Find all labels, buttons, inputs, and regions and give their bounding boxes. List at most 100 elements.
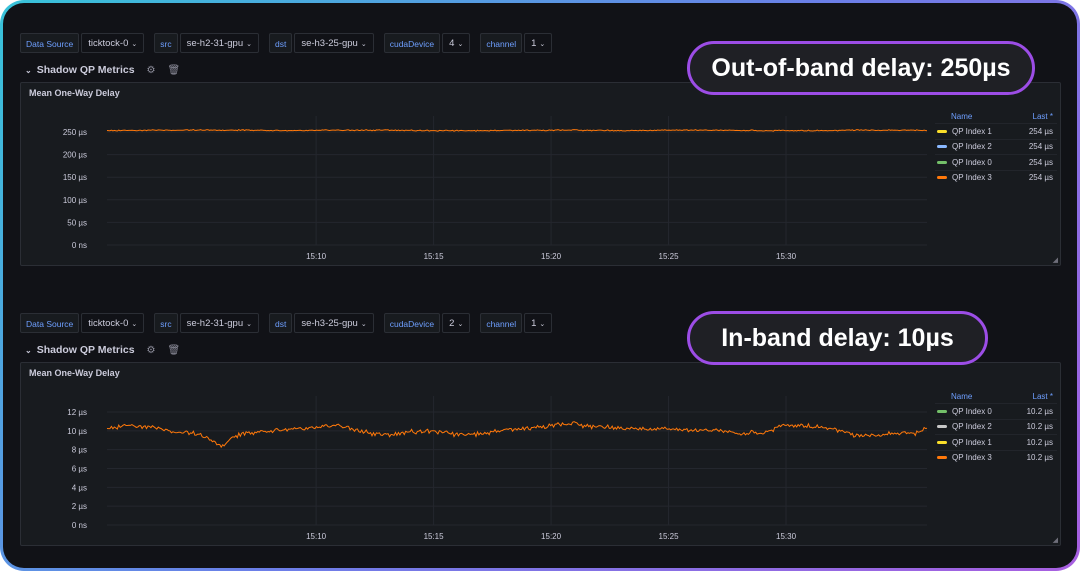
var-select-cuda-device[interactable]: 4 ⌄: [442, 33, 471, 53]
trash-icon[interactable]: 🗑: [168, 65, 181, 76]
variables-bar: Data Source ticktock-0 ⌄ src se-h2-31-gpu…: [20, 32, 562, 54]
series-swatch: [937, 145, 947, 149]
legend-series-name: QP Index 2: [952, 422, 992, 432]
legend-series-name: QP Index 0: [952, 157, 992, 167]
var-select-dst[interactable]: se-h3-25-gpu ⌄: [294, 313, 374, 333]
var-select-src[interactable]: se-h2-31-gpu ⌄: [179, 33, 259, 53]
chevron-down-icon[interactable]: ⌄: [25, 66, 32, 75]
legend-row[interactable]: QP Index 0 254 µs: [935, 154, 1057, 170]
legend-last-header[interactable]: Last *: [1007, 112, 1057, 121]
y-tick-label: 2 µs: [72, 502, 87, 511]
var-label-cuda-device: cudaDevice: [383, 313, 441, 333]
trash-icon[interactable]: 🗑: [168, 345, 181, 356]
row-title: Shadow QP Metrics: [36, 344, 135, 356]
var-select-data-source[interactable]: ticktock-0 ⌄: [81, 33, 145, 53]
legend-row[interactable]: QP Index 1 10.2 µs: [935, 434, 1057, 450]
legend-table: Name Last * QP Index 1 254 µs QP Index 2…: [935, 109, 1057, 185]
legend-row[interactable]: QP Index 2 10.2 µs: [935, 418, 1057, 435]
row-header[interactable]: ⌄ Shadow QP Metrics ⚙ 🗑: [25, 342, 180, 358]
legend-row[interactable]: QP Index 3 254 µs: [935, 169, 1057, 186]
legend-series-name: QP Index 0: [952, 406, 992, 416]
legend-row[interactable]: QP Index 3 10.2 µs: [935, 449, 1057, 466]
y-tick-label: 0 ns: [72, 241, 87, 250]
chart-plot[interactable]: 0 ns 50 µs 100 µs 150 µs 200 µs 250 µs 15:10 15…: [21, 83, 933, 267]
y-tick-label: 8 µs: [72, 446, 87, 455]
var-select-cuda-device[interactable]: 2 ⌄: [442, 313, 471, 333]
x-tick-label: 15:20: [541, 252, 562, 261]
var-label-data-source: Data Source: [20, 313, 80, 333]
x-tick-label: 15:30: [776, 252, 797, 261]
series-line: [106, 128, 928, 132]
legend-series-name: QP Index 2: [952, 142, 992, 152]
var-value: se-h2-31-gpu: [186, 38, 244, 49]
x-tick-label: 15:25: [659, 252, 680, 261]
screenshot-frame: Data Source ticktock-0 ⌄ src se-h2-31-gpu…: [0, 0, 1080, 571]
y-tick-label: 0 ns: [72, 521, 87, 530]
chevron-down-icon: ⌄: [539, 321, 546, 328]
row-header[interactable]: ⌄ Shadow QP Metrics ⚙ 🗑: [25, 62, 180, 78]
series-swatch: [937, 176, 947, 180]
y-tick-label: 6 µs: [72, 465, 87, 474]
var-select-src[interactable]: se-h2-31-gpu ⌄: [179, 313, 259, 333]
var-value: 2: [449, 318, 455, 329]
var-select-data-source[interactable]: ticktock-0 ⌄: [81, 313, 145, 333]
resize-handle-icon[interactable]: ◢: [1053, 536, 1058, 544]
legend-last-value: 10.2 µs: [1026, 437, 1053, 447]
resize-handle-icon[interactable]: ◢: [1053, 256, 1058, 264]
chevron-down-icon: ⌄: [131, 41, 138, 48]
y-tick-label: 100 µs: [63, 196, 87, 205]
legend-header: Name Last *: [935, 389, 1057, 403]
var-select-channel[interactable]: 1 ⌄: [524, 33, 553, 53]
legend-row[interactable]: QP Index 1 254 µs: [935, 123, 1057, 139]
legend-series-name: QP Index 3: [952, 173, 992, 183]
var-label-src: src: [154, 33, 178, 53]
y-tick-label: 50 µs: [67, 218, 87, 227]
var-label-data-source: Data Source: [20, 33, 80, 53]
x-tick-label: 15:20: [541, 532, 562, 541]
y-tick-label: 12 µs: [67, 408, 87, 417]
var-select-dst[interactable]: se-h3-25-gpu ⌄: [294, 33, 374, 53]
x-tick-label: 15:30: [776, 532, 797, 541]
chevron-down-icon: ⌄: [539, 41, 546, 48]
x-tick-label: 15:10: [306, 532, 327, 541]
dashboard-canvas: Data Source ticktock-0 ⌄ src se-h2-31-gpu…: [3, 3, 1077, 568]
var-value: 4: [449, 38, 455, 49]
legend-name-header[interactable]: Name: [935, 392, 1007, 401]
chart-plot[interactable]: 0 ns 2 µs 4 µs 6 µs 8 µs 10 µs 12 µs 15:10 15:15…: [21, 363, 933, 547]
series-swatch: [937, 129, 947, 133]
var-value: se-h3-25-gpu: [301, 318, 358, 329]
legend-series-name: QP Index 1: [952, 437, 992, 447]
var-select-channel[interactable]: 1 ⌄: [524, 313, 553, 333]
chevron-down-icon[interactable]: ⌄: [25, 346, 32, 355]
y-tick-label: 250 µs: [63, 128, 87, 137]
x-tick-label: 15:15: [424, 252, 445, 261]
row-title: Shadow QP Metrics: [36, 64, 135, 76]
legend-last-value: 254 µs: [1028, 126, 1053, 136]
legend-name-header[interactable]: Name: [935, 112, 1007, 121]
chevron-down-icon: ⌄: [246, 41, 252, 48]
legend-series-name: QP Index 1: [952, 126, 992, 136]
gear-icon[interactable]: ⚙: [147, 345, 156, 356]
legend-series-name: QP Index 3: [952, 453, 992, 463]
var-value: 1: [531, 318, 537, 329]
legend-last-value: 254 µs: [1028, 173, 1053, 183]
gear-icon[interactable]: ⚙: [147, 65, 156, 76]
series-swatch: [937, 440, 947, 444]
var-label-channel: channel: [480, 313, 523, 333]
var-value: se-h2-31-gpu: [186, 318, 244, 329]
callout-in-band: In-band delay: 10µs: [687, 311, 988, 365]
var-value: 1: [531, 38, 537, 49]
series-swatch: [937, 409, 947, 413]
legend-row[interactable]: QP Index 2 254 µs: [935, 138, 1057, 155]
legend-last-value: 254 µs: [1028, 157, 1053, 167]
x-tick-label: 15:10: [306, 252, 327, 261]
y-tick-label: 10 µs: [67, 427, 87, 436]
legend-row[interactable]: QP Index 0 10.2 µs: [935, 403, 1057, 419]
timeseries-panel: Mean One-Way Delay 0 ns 50 µs 100 µs 150 µs…: [20, 82, 1061, 266]
series-line: [106, 421, 928, 449]
x-tick-label: 15:25: [659, 532, 680, 541]
legend-last-header[interactable]: Last *: [1007, 392, 1057, 401]
chevron-down-icon: ⌄: [246, 321, 252, 328]
timeseries-panel: Mean One-Way Delay 0 ns 2 µs 4 µs 6 µs 8 µs 1…: [20, 362, 1061, 546]
var-label-channel: channel: [480, 33, 523, 53]
